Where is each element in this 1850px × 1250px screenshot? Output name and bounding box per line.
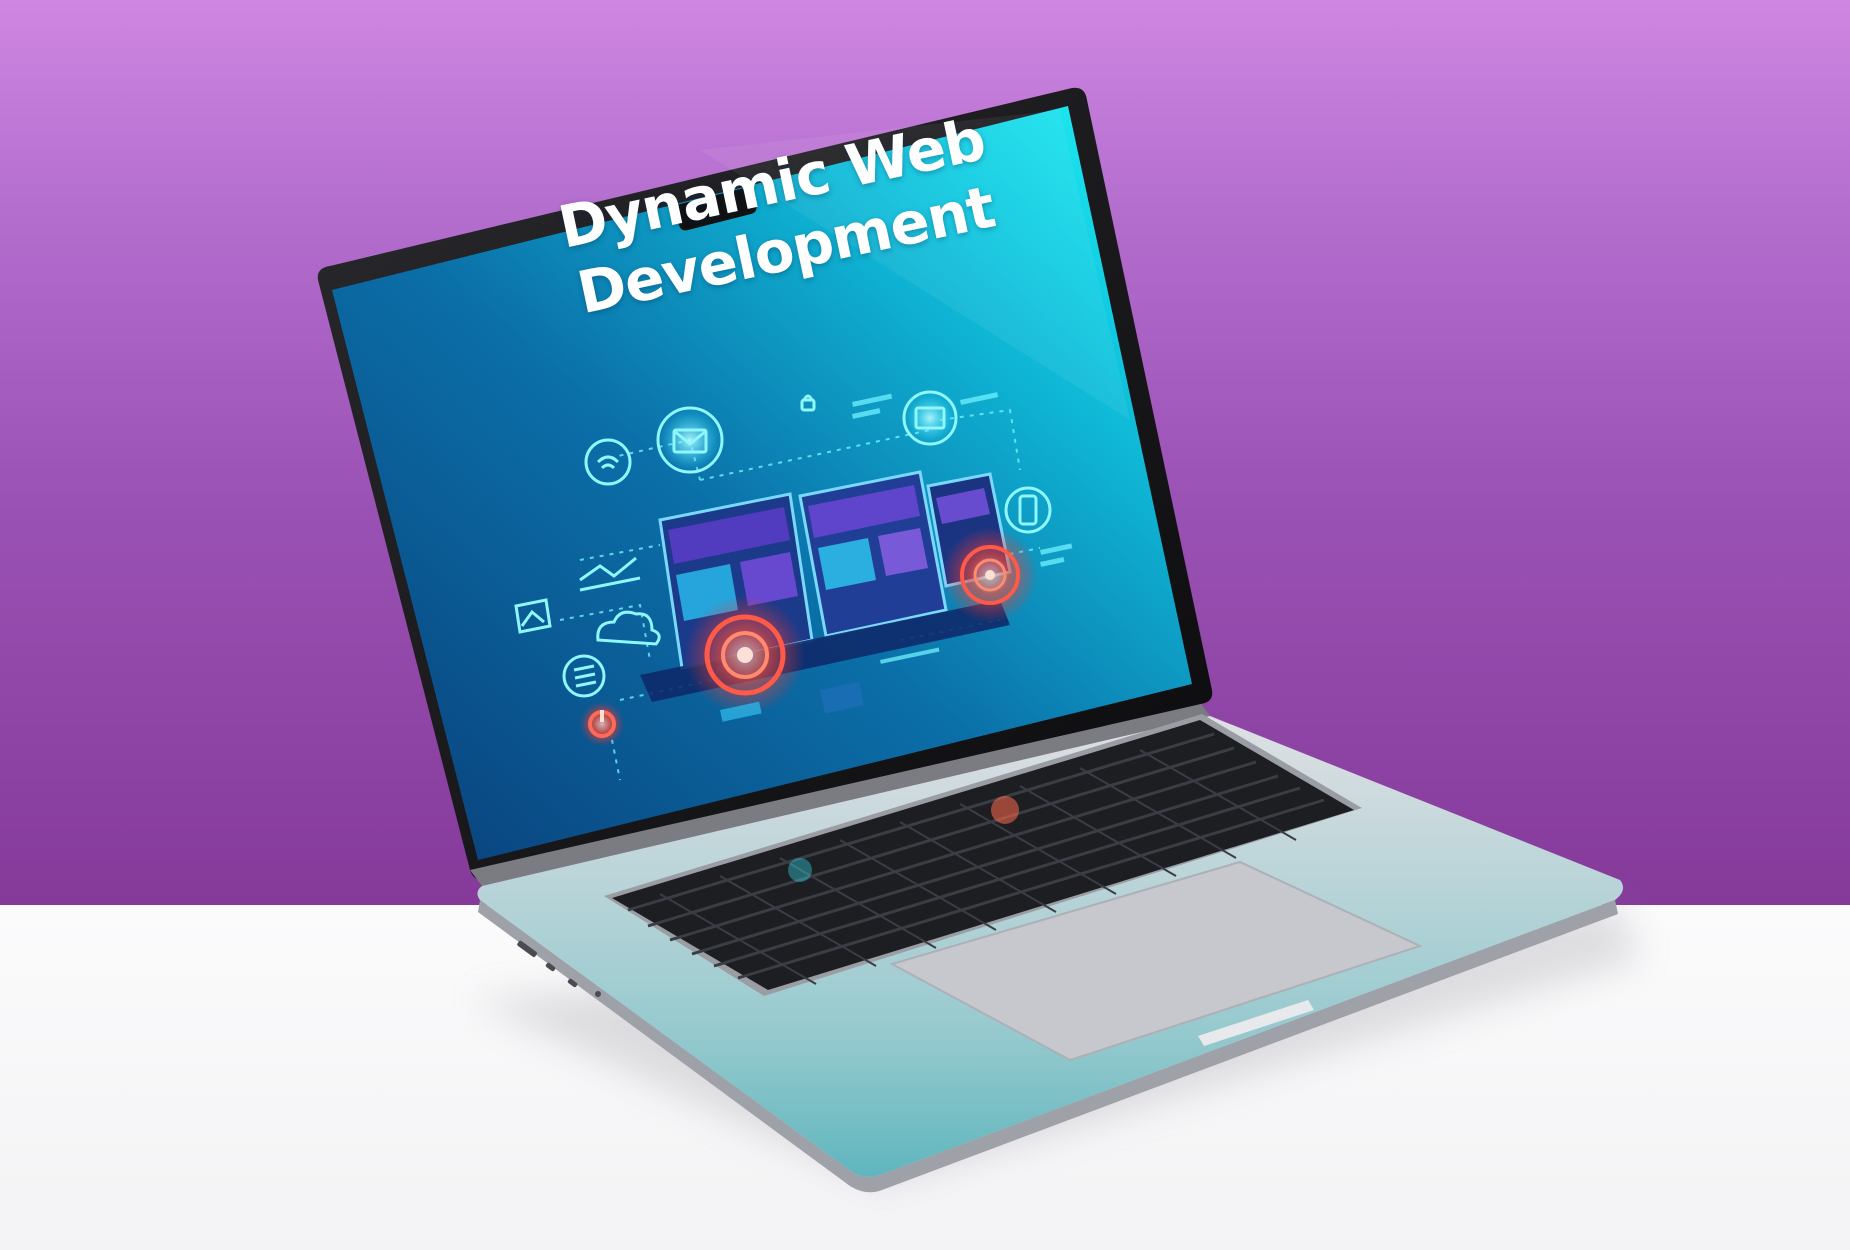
power-icon [580,702,624,746]
target-icon [685,595,805,715]
target-icon [942,527,1038,623]
product-scene: Dynamic Web Development [0,0,1850,1250]
video-icon [902,390,958,446]
mail-icon [656,406,724,474]
